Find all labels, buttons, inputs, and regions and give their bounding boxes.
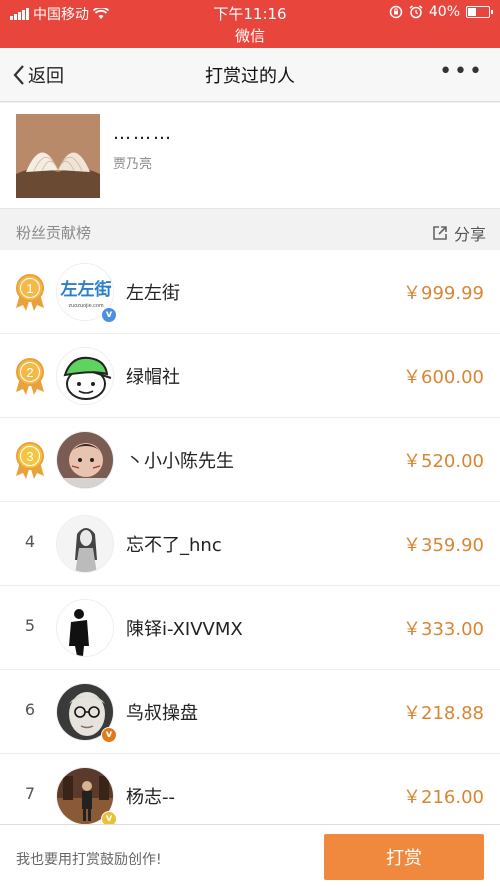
- section-label: 粉丝贡献榜: [16, 224, 92, 242]
- medal-icon: 1: [16, 274, 44, 311]
- donation-amount: ￥218.88: [403, 703, 484, 724]
- status-right: 40%: [389, 4, 493, 20]
- medal-icon: 3: [16, 442, 44, 479]
- bottom-bar: 我也要用打赏鼓励创作! 打赏: [0, 824, 500, 888]
- list-item[interactable]: 1 左左街 zuozuojie.com v 左左街 ￥999.99: [0, 250, 500, 334]
- avatar[interactable]: [56, 431, 114, 489]
- rank-number: 5: [24, 616, 36, 635]
- list-item[interactable]: 6 v 鸟叔操盘 ￥218.88: [0, 670, 500, 754]
- page-title: 打赏过的人: [205, 66, 295, 87]
- donation-amount: ￥999.99: [403, 283, 484, 304]
- donation-amount: ￥333.00: [403, 619, 484, 640]
- battery-fill: [468, 8, 476, 16]
- list-item[interactable]: 2 绿帽社 ￥600.00: [0, 334, 500, 418]
- verified-badge-icon: v: [101, 307, 117, 323]
- reward-button[interactable]: 打赏: [324, 834, 484, 880]
- donation-amount: ￥216.00: [403, 787, 484, 808]
- rank-number: 6: [24, 700, 36, 719]
- list-item[interactable]: 5 陳铎i-XIVVMX ￥333.00: [0, 586, 500, 670]
- more-menu-icon[interactable]: •••: [439, 61, 484, 83]
- avatar[interactable]: [56, 515, 114, 573]
- status-app-name: 微信: [234, 27, 265, 45]
- share-label: 分享: [453, 225, 486, 244]
- rank-number: 4: [24, 532, 36, 551]
- share-icon: [433, 226, 447, 240]
- donation-amount: ￥520.00: [403, 451, 484, 472]
- svg-text:3: 3: [26, 449, 33, 464]
- avatar[interactable]: [56, 347, 114, 405]
- nav-bar: 返回 打赏过的人 •••: [0, 48, 500, 102]
- verified-badge-icon: v: [101, 727, 117, 743]
- article-author: 贾乃亮: [113, 157, 153, 172]
- donor-name: 左左街: [126, 283, 180, 304]
- avatar[interactable]: [56, 599, 114, 657]
- svg-text:zuozuojie.com: zuozuojie.com: [68, 303, 104, 309]
- rotation-lock-icon: [389, 5, 403, 19]
- list-item[interactable]: 4 忘不了_hnc ￥359.90: [0, 502, 500, 586]
- battery-icon: [466, 6, 493, 18]
- alarm-icon: [409, 5, 423, 19]
- donor-name: 绿帽社: [126, 367, 180, 388]
- donation-amount: ￥600.00: [403, 367, 484, 388]
- battery-percent: 40%: [428, 4, 460, 20]
- status-bar: 中国移动 下午11:16 微信 40%: [0, 0, 500, 48]
- rank-number: 7: [24, 784, 36, 803]
- donor-name: 杨志--: [126, 787, 175, 808]
- donation-amount: ￥359.90: [403, 535, 484, 556]
- reward-hint: 我也要用打赏鼓励创作!: [16, 852, 162, 868]
- article-card[interactable]: ……… 贾乃亮: [0, 103, 500, 209]
- donor-name: 忘不了_hnc: [126, 535, 222, 556]
- svg-text:1: 1: [26, 281, 33, 296]
- list-item[interactable]: 3 丶小小陈先生 ￥520.00: [0, 418, 500, 502]
- article-thumbnail: [16, 114, 100, 198]
- donor-name: 陳铎i-XIVVMX: [126, 619, 243, 640]
- svg-text:2: 2: [26, 365, 33, 380]
- donor-name: 鸟叔操盘: [126, 703, 198, 724]
- ranking-list: 1 左左街 zuozuojie.com v 左左街 ￥999.99 2 绿帽社 ￥…: [0, 250, 500, 838]
- medal-icon: 2: [16, 358, 44, 395]
- donor-name: 丶小小陈先生: [126, 451, 234, 472]
- section-header: 粉丝贡献榜 分享: [0, 210, 500, 250]
- article-title: ………: [113, 123, 173, 144]
- svg-text:左左街: 左左街: [61, 279, 112, 300]
- share-button[interactable]: 分享: [432, 221, 486, 245]
